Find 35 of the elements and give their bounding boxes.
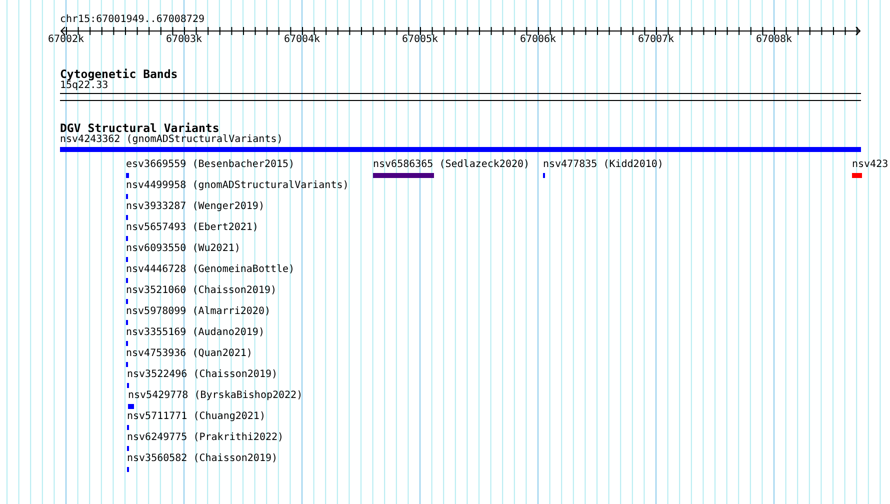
variant-label[interactable]: nsv4753936 (Quan2021) [126, 348, 252, 360]
variant-label[interactable]: nsv4499958 (gnomADStructuralVariants) [126, 180, 349, 192]
tick-label: 67005k [402, 34, 438, 46]
tick-label: 67007k [638, 34, 674, 46]
variant-label[interactable]: nsv3933287 (Wenger2019) [126, 201, 264, 213]
variant-label[interactable]: nsv5657493 (Ebert2021) [126, 222, 258, 234]
variant-bar[interactable] [373, 173, 434, 178]
variant-label[interactable]: nsv3560582 (Chaisson2019) [127, 453, 278, 465]
variant-label[interactable]: nsv423 [852, 159, 888, 171]
track-title: Cytogenetic Bands [60, 68, 178, 80]
variant-label[interactable]: nsv5429778 (ByrskaBishop2022) [128, 390, 303, 402]
variant-bar[interactable] [852, 173, 862, 178]
variant-bar[interactable] [60, 147, 861, 152]
variant-label[interactable]: nsv5711771 (Chuang2021) [127, 411, 266, 423]
tick-label: 67008k [756, 34, 792, 46]
variant-label[interactable]: nsv6586365 (Sedlazeck2020) [373, 159, 530, 171]
variant-label[interactable]: nsv6093550 (Wu2021) [126, 243, 240, 255]
variant-label[interactable]: nsv477835 (Kidd2010) [543, 159, 664, 171]
variant-label[interactable]: nsv3355169 (Audano2019) [126, 327, 264, 339]
variant-bar[interactable] [126, 173, 129, 178]
location-label: chr15:67001949..67008729 [60, 14, 204, 26]
variant-label[interactable]: nsv3522496 (Chaisson2019) [127, 369, 278, 381]
variant-label[interactable]: nsv6249775 (Prakrithi2022) [127, 432, 284, 444]
track-title: DGV Structural Variants [60, 122, 220, 134]
band-label: 15q22.33 [60, 80, 108, 92]
variant-label[interactable]: nsv5978099 (Almarri2020) [126, 306, 270, 318]
tick-label: 67006k [520, 34, 556, 46]
variant-bar[interactable] [128, 404, 134, 409]
variant-label[interactable]: esv3669559 (Besenbacher2015) [126, 159, 295, 171]
tick-label: 67004k [284, 34, 320, 46]
tick-label: 67002k [48, 34, 84, 46]
variant-label[interactable]: nsv3521060 (Chaisson2019) [126, 285, 277, 297]
variant-label[interactable]: nsv4446728 (GenomeinaBottle) [126, 264, 295, 276]
tick-label: 67003k [166, 34, 202, 46]
variant-label[interactable]: nsv4243362 (gnomADStructuralVariants) [60, 134, 283, 146]
